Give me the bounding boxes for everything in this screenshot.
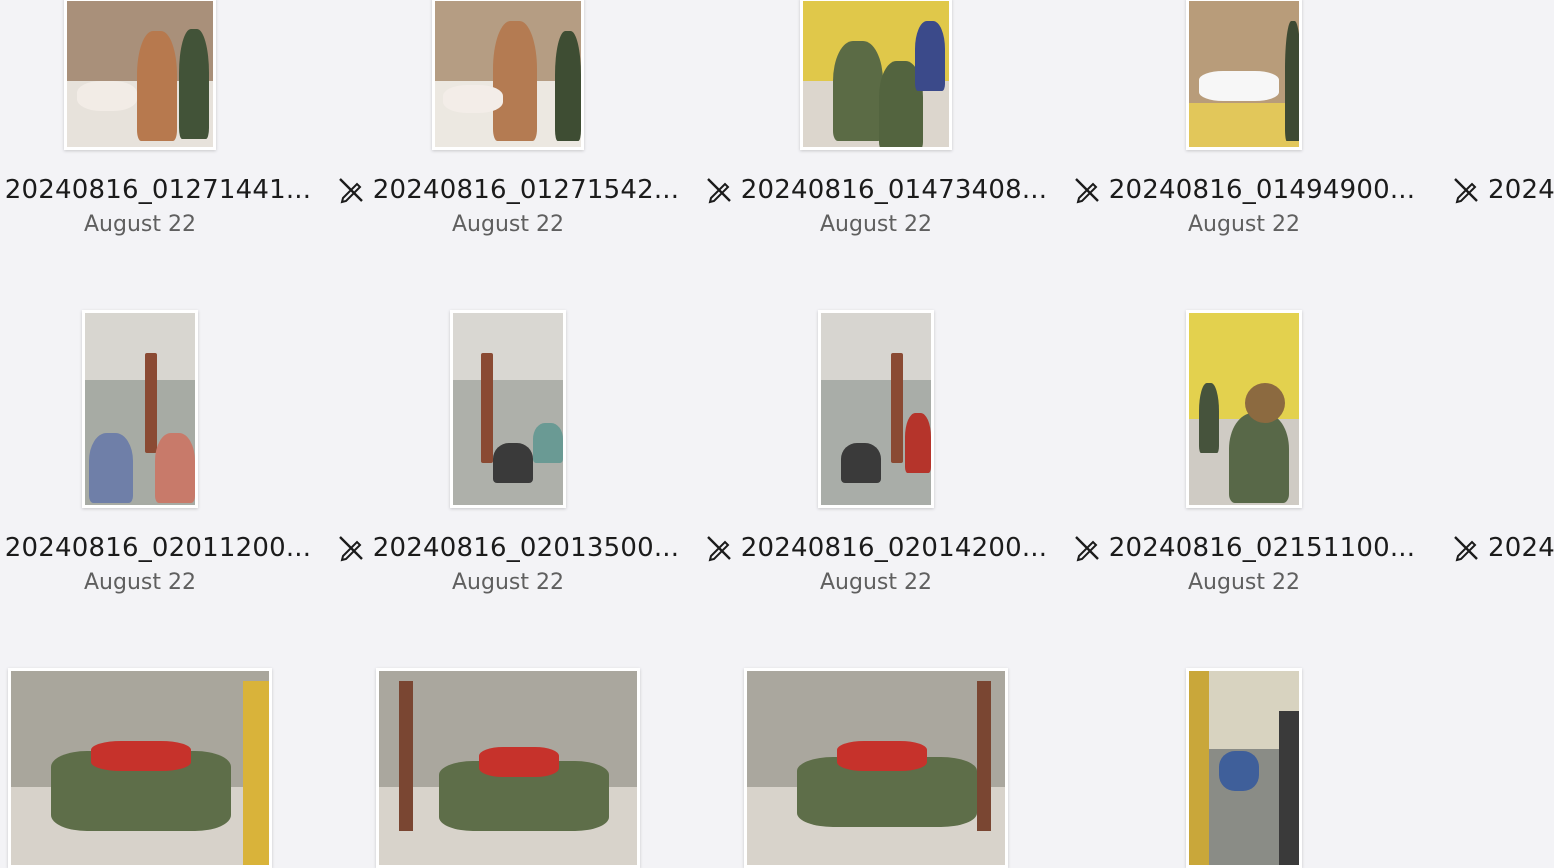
no-edit-pencil-icon xyxy=(338,536,363,562)
photo-thumbnail[interactable] xyxy=(82,310,198,508)
photo-thumbnail[interactable] xyxy=(744,668,1008,868)
photo-tile[interactable]: 20240816_02011200... August 22 xyxy=(0,310,324,718)
file-name: 2024( xyxy=(1488,175,1554,205)
file-date: August 22 xyxy=(820,212,932,237)
file-name: 20240816_01271441... xyxy=(4,175,312,205)
photo-thumbnail[interactable] xyxy=(8,668,272,868)
file-name: 20240816_01494900... xyxy=(1108,175,1416,205)
file-date: August 22 xyxy=(452,212,564,237)
photo-tile[interactable]: 20240816_02151100... August 22 xyxy=(1060,310,1428,718)
photo-grid: 20240816_01271441... August 22 20240816_… xyxy=(0,0,1554,868)
no-edit-pencil-icon xyxy=(1074,536,1099,562)
photo-thumbnail[interactable] xyxy=(450,310,566,508)
file-date: August 22 xyxy=(820,570,932,595)
photo-tile-partial[interactable]: 2024( xyxy=(1452,530,1554,566)
photo-tile[interactable]: 20240816_02014200... August 22 xyxy=(692,310,1060,718)
photo-thumbnail[interactable] xyxy=(1186,310,1302,508)
photo-thumbnail[interactable] xyxy=(432,0,584,150)
photo-thumbnail[interactable] xyxy=(376,668,640,868)
photo-thumbnail[interactable] xyxy=(818,310,934,508)
photo-thumbnail[interactable] xyxy=(64,0,216,150)
no-edit-pencil-icon xyxy=(1454,536,1478,562)
photo-thumbnail[interactable] xyxy=(1186,0,1302,150)
file-name: 2024( xyxy=(1488,533,1554,563)
no-edit-pencil-icon xyxy=(338,178,363,204)
photo-thumbnail[interactable] xyxy=(1186,668,1302,868)
file-name: 20240816_01271542... xyxy=(372,175,680,205)
no-edit-pencil-icon xyxy=(1454,178,1478,204)
file-date: August 22 xyxy=(1188,570,1300,595)
file-date: August 22 xyxy=(84,212,196,237)
photo-tile-partial[interactable]: 2024( xyxy=(1452,172,1554,208)
file-name: 20240816_02014200... xyxy=(740,533,1048,563)
file-date: August 22 xyxy=(452,570,564,595)
file-name: 20240816_02011200... xyxy=(4,533,312,563)
file-date: August 22 xyxy=(1188,212,1300,237)
no-edit-pencil-icon xyxy=(1074,178,1099,204)
file-name: 20240816_02013500... xyxy=(372,533,680,563)
file-name: 20240816_01473408... xyxy=(740,175,1048,205)
no-edit-pencil-icon xyxy=(706,536,731,562)
photo-tile[interactable]: 20240816_01473408... August 22 xyxy=(692,0,1060,360)
file-name: 20240816_02151100... xyxy=(1108,533,1416,563)
file-date: August 22 xyxy=(84,570,196,595)
no-edit-pencil-icon xyxy=(706,178,731,204)
photo-thumbnail[interactable] xyxy=(800,0,952,150)
photo-tile[interactable]: 20240816_01271542... August 22 xyxy=(324,0,692,360)
photo-tile[interactable]: 20240816_01271441... August 22 xyxy=(0,0,324,360)
photo-tile[interactable]: 20240816_01494900... August 22 xyxy=(1060,0,1428,360)
photo-tile[interactable]: 20240816_02013500... August 22 xyxy=(324,310,692,718)
